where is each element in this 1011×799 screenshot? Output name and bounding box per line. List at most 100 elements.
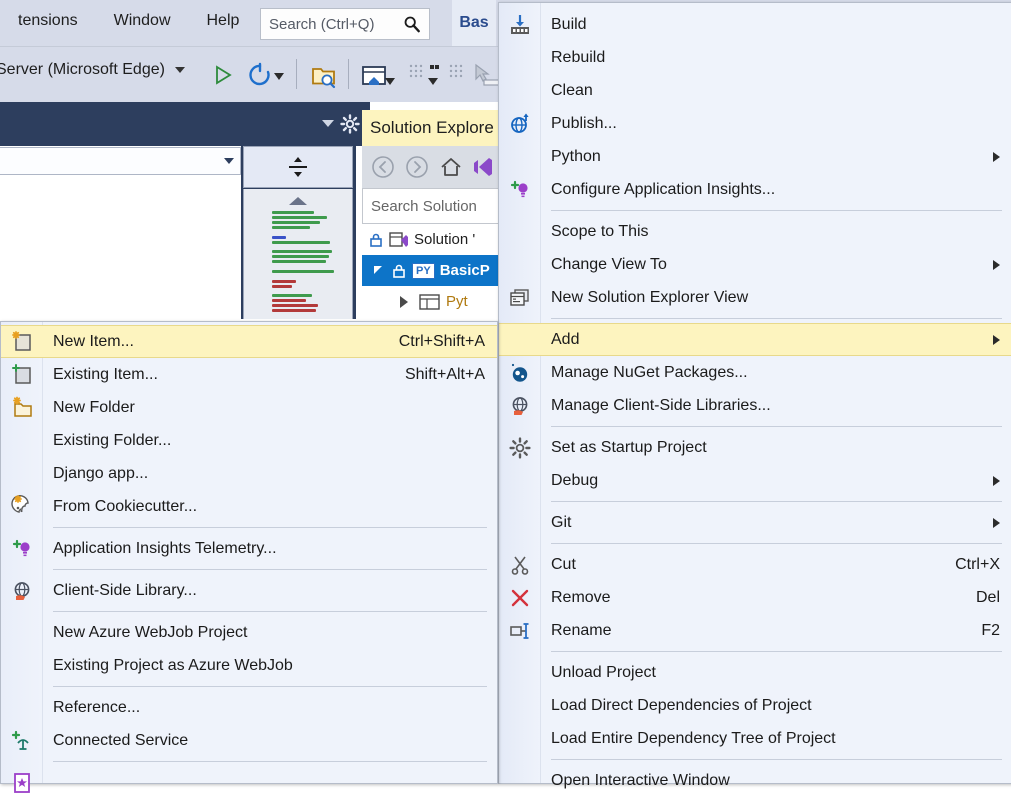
menu-item-new-item[interactable]: New Item... Ctrl+Shift+A [1,325,497,358]
menu-item-label: From Cookiecutter... [53,498,485,516]
menu-separator [551,759,1002,760]
menu-item-label: Django app... [53,465,485,483]
menu-item-label: Load Direct Dependencies of Project [551,697,1000,715]
menu-item-rebuild[interactable]: Rebuild [499,41,1011,74]
split-view-handle[interactable] [243,146,353,188]
back-arrow-icon[interactable] [370,154,396,180]
menu-item-application-insights-telemetry[interactable]: Application Insights Telemetry... [1,532,497,565]
menu-item-manage-nuget-packages[interactable]: Manage NuGet Packages... [499,356,1011,389]
menu-item-label: Cut [551,556,937,574]
forward-arrow-icon[interactable] [404,154,430,180]
menu-item-load-direct-dependencies[interactable]: Load Direct Dependencies of Project [499,689,1011,722]
search-solution-input[interactable]: Search Solution [362,188,500,224]
menu-separator [551,651,1002,652]
menu-item-reference[interactable]: Reference... [1,691,497,724]
menu-item-debug[interactable]: Debug [499,464,1011,497]
project-context-menu[interactable]: Build Rebuild Clean Publis [498,2,1011,784]
solution-tree: Solution ' PY BasicP [362,224,500,320]
menu-help[interactable]: Help [189,12,258,30]
overflow-chevron-down-icon[interactable] [382,59,398,91]
menu-item-label: Git [551,514,979,532]
refresh-dropdown-chevron-down-icon[interactable] [270,59,288,91]
connected-service-icon [9,728,35,754]
editor-surface[interactable] [0,176,241,319]
new-folder-icon [9,395,35,421]
editor-navigation-combo[interactable] [0,147,241,175]
menu-item-label: Rename [551,622,963,640]
menu-item-django-app[interactable]: Django app... [1,457,497,490]
chevron-down-icon[interactable] [224,158,234,164]
menu-window[interactable]: Window [96,12,189,30]
dotted-grid-icon-2[interactable] [446,59,468,91]
collapse-triangle-icon[interactable] [372,264,386,278]
pin-icon[interactable] [424,59,442,91]
menu-item-add[interactable]: Add [499,323,1011,356]
menu-item-scope-to-this[interactable]: Scope to This [499,215,1011,248]
menu-item-publish[interactable]: Publish... [499,107,1011,140]
menu-item-shortcut: Del [976,589,1000,607]
client-library-icon [9,578,35,604]
menu-item-unload-project[interactable]: Unload Project [499,656,1011,689]
chevron-down-icon[interactable] [322,120,334,127]
menu-item-build[interactable]: Build [499,8,1011,41]
app-insights-icon [9,536,35,562]
editor-header-band [0,102,370,146]
menu-item-client-side-library[interactable]: Client-Side Library... [1,574,497,607]
menu-item-new-azure-webjob-project[interactable]: New Azure WebJob Project [1,616,497,649]
menu-item-cut[interactable]: Cut Ctrl+X [499,548,1011,581]
tree-item-project-basicp[interactable]: PY BasicP [362,255,500,286]
build-icon [507,12,533,38]
menu-item-clean[interactable]: Clean [499,74,1011,107]
menu-item-existing-folder[interactable]: Existing Folder... [1,424,497,457]
menu-item-open-interactive-window[interactable]: Open Interactive Window [499,764,1011,797]
menu-item-change-view-to[interactable]: Change View To [499,248,1011,281]
submenu-arrow-icon [993,518,1000,528]
menu-item-configure-application-insights[interactable]: Configure Application Insights... [499,173,1011,206]
menu-item-python[interactable]: Python [499,140,1011,173]
scroll-up-arrow-icon[interactable] [289,197,307,205]
menu-item-existing-item[interactable]: Existing Item... Shift+Alt+A [1,358,497,391]
menu-item-git[interactable]: Git [499,506,1011,539]
menu-item-label: New Item... [53,333,381,351]
folder-search-icon[interactable] [308,59,340,91]
menu-item-new-folder[interactable]: New Folder [1,391,497,424]
menu-item-label: Build [551,16,1000,34]
document-tab-basic[interactable]: Bas [452,0,496,46]
quick-launch-search[interactable]: Search (Ctrl+Q) [260,8,430,40]
menu-item-rename[interactable]: Rename F2 [499,614,1011,647]
menu-extensions[interactable]: tensions [0,12,96,30]
tree-item-label: BasicP [440,262,490,279]
menu-item-set-as-startup-project[interactable]: Set as Startup Project [499,431,1011,464]
startup-target-combo[interactable]: Server (Microsoft Edge) [0,61,185,79]
add-submenu[interactable]: New Item... Ctrl+Shift+A Existing Item..… [0,321,498,784]
visual-studio-logo-icon[interactable] [472,154,494,180]
chevron-down-icon[interactable] [175,67,185,73]
menu-item-existing-project-as-azure-webjob[interactable]: Existing Project as Azure WebJob [1,649,497,682]
tree-item-python-env[interactable]: Pyt [362,286,500,317]
menu-item-label: Existing Project as Azure WebJob [53,657,485,675]
menu-separator [551,543,1002,544]
home-icon[interactable] [438,154,464,180]
solution-explorer-title[interactable]: Solution Explore [362,110,500,146]
menu-bar-items: tensions Window Help [0,12,257,30]
rename-icon [507,618,533,644]
menu-item-new-solution-explorer-view[interactable]: New Solution Explorer View [499,281,1011,314]
menu-item-manage-client-side-libraries[interactable]: Manage Client-Side Libraries... [499,389,1011,422]
toolbar-separator [296,59,297,89]
tree-item-solution[interactable]: Solution ' [362,224,500,255]
menu-item-label: Clean [551,82,1000,100]
menu-item-connected-service[interactable]: Connected Service [1,724,497,757]
gear-icon[interactable] [340,114,360,134]
menu-item-load-entire-dependency-tree[interactable]: Load Entire Dependency Tree of Project [499,722,1011,755]
menu-item-from-cookiecutter[interactable]: From Cookiecutter... [1,490,497,523]
code-minimap[interactable] [243,189,353,319]
menu-item-label: New Solution Explorer View [551,289,1000,307]
cursor-select-icon[interactable] [468,59,502,91]
menu-separator [53,569,487,570]
menu-item-label: Scope to This [551,223,1000,241]
expand-triangle-icon[interactable] [400,296,408,308]
visual-studio-shell: tensions Window Help Search (Ctrl+Q) Bas… [0,0,1011,783]
search-placeholder: Search (Ctrl+Q) [269,16,403,33]
menu-item-remove[interactable]: Remove Del [499,581,1011,614]
play-triangle-icon[interactable] [206,59,238,91]
